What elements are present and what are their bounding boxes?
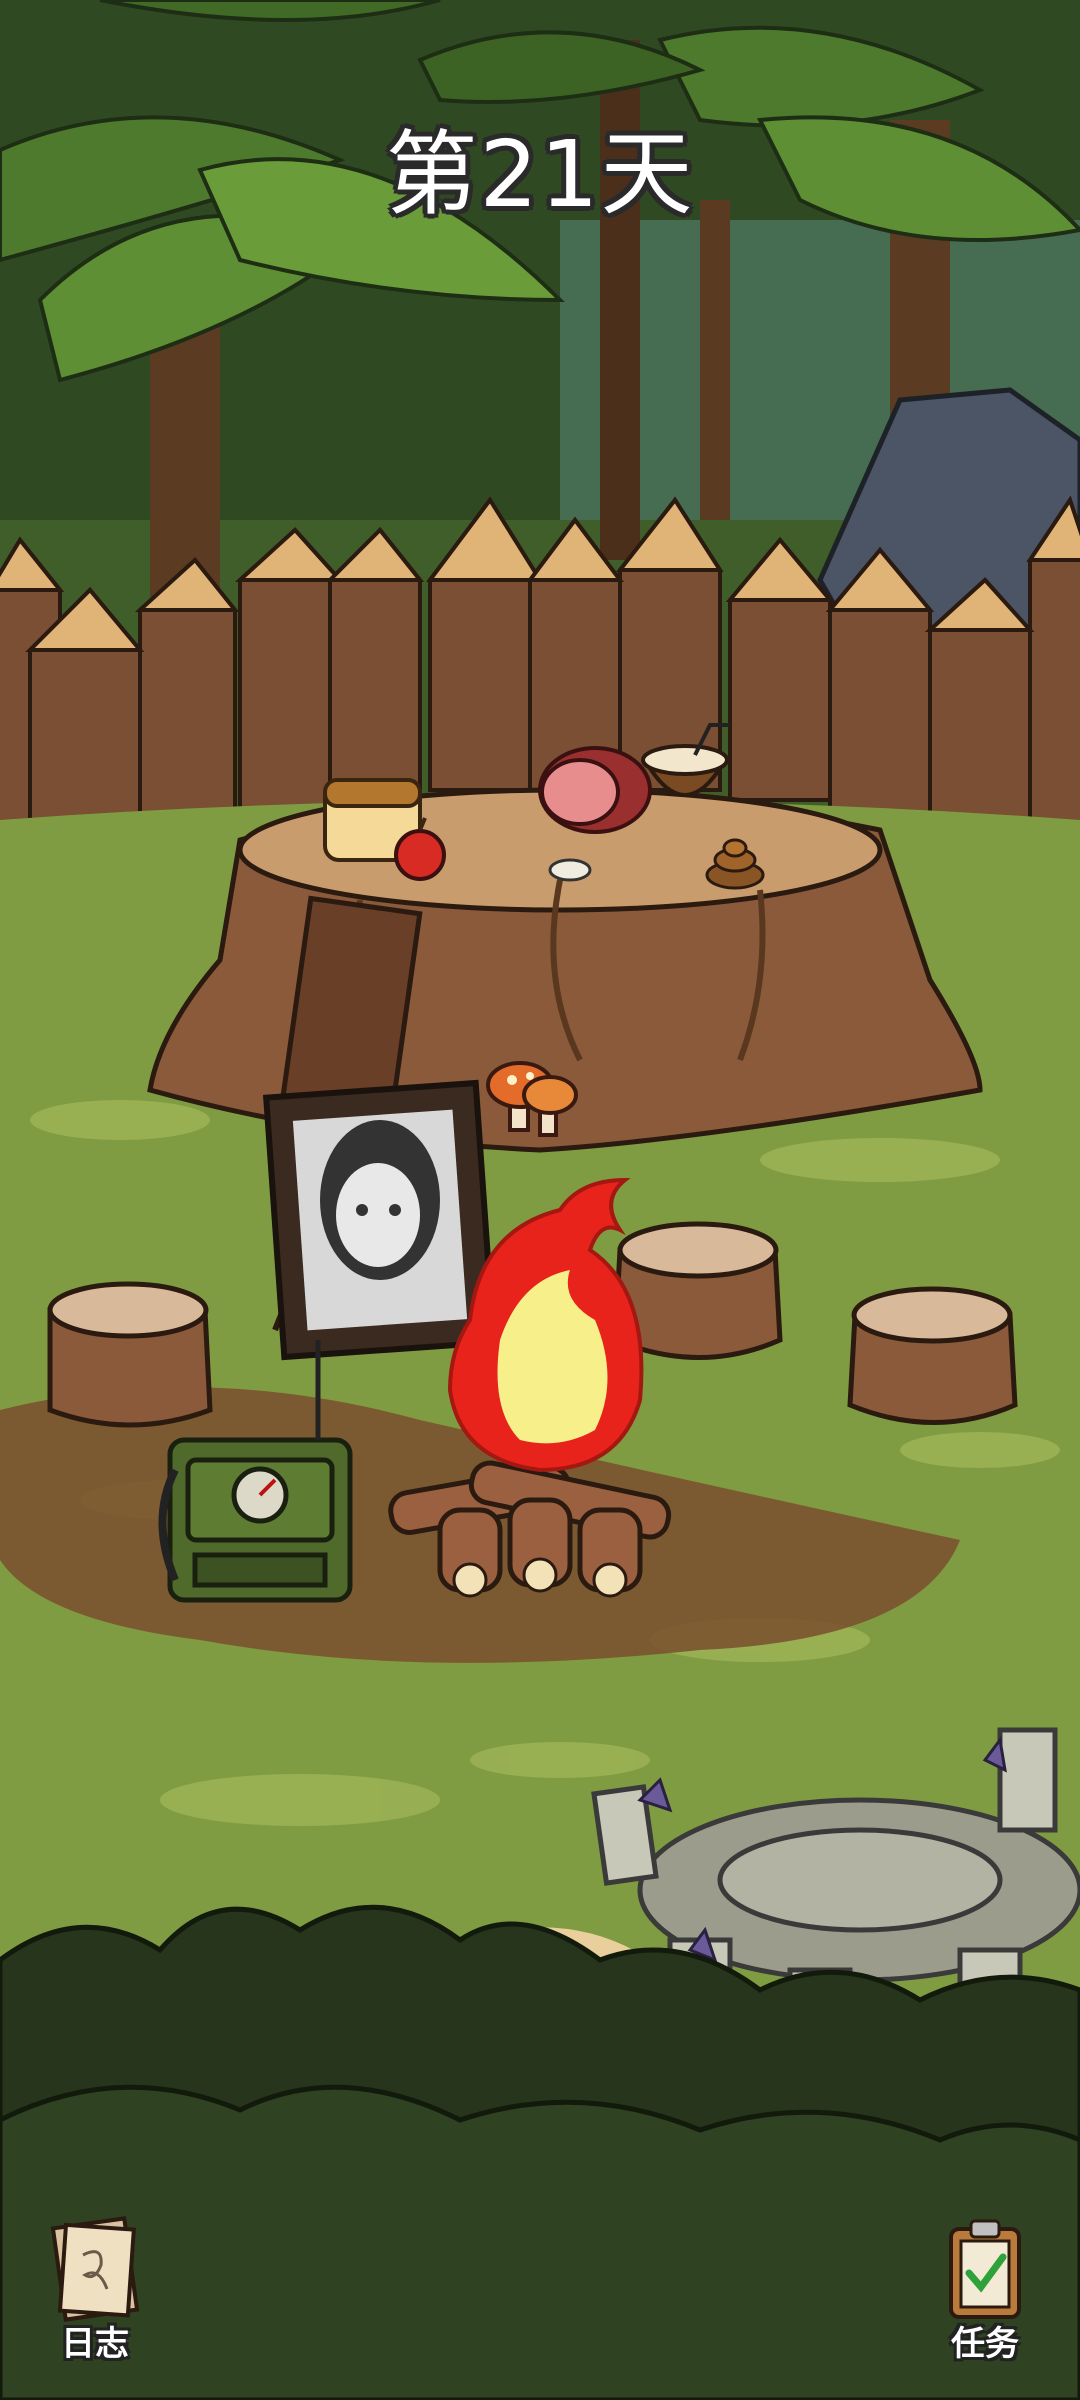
quests-button[interactable]: 任务: [915, 2215, 1055, 2365]
tree-stump: [847, 1286, 1018, 1425]
ham-icon: [538, 746, 652, 834]
journal-icon: [50, 2216, 140, 2322]
quests-label: 任务: [951, 2324, 1019, 2364]
journal-button[interactable]: 日志: [25, 2215, 165, 2365]
clipboard-check-icon: [949, 2219, 1021, 2319]
grub-icon: [548, 858, 592, 882]
radio-hotspot[interactable]: [160, 1340, 360, 1610]
journal-label: 日志: [61, 2324, 129, 2364]
portrait-hotspot[interactable]: [270, 1080, 500, 1360]
stone-well-hotspot[interactable]: [600, 1720, 1070, 2050]
